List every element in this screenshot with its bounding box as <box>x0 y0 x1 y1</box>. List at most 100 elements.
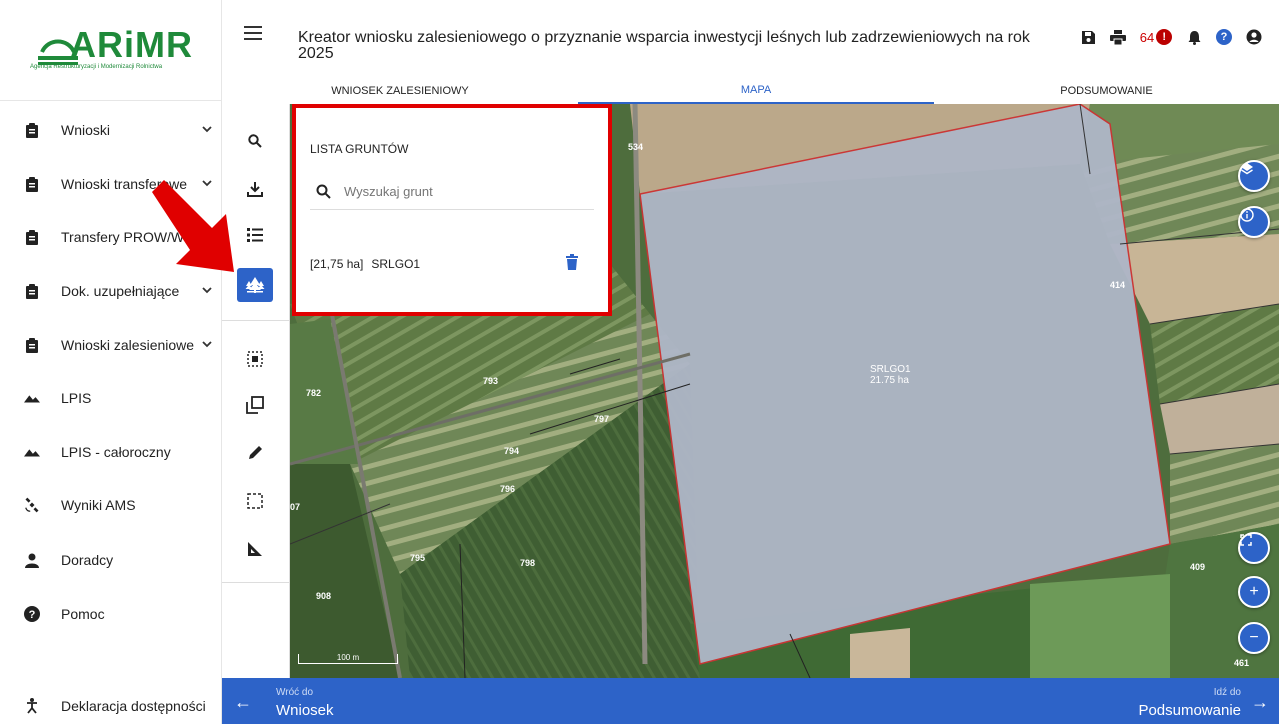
chevron-down-icon[interactable] <box>202 124 212 136</box>
measure-tool[interactable] <box>237 532 273 566</box>
arimr-logo[interactable]: ARiMR Agencja Restrukturyzacji i Moderni… <box>30 24 200 74</box>
sidebar-item-lpis[interactable]: LPIS <box>0 378 222 418</box>
tab-bar: WNIOSEK ZALESIENIOWY MAPA PODSUMOWANIE <box>222 78 1279 104</box>
bell-icon[interactable] <box>1179 27 1209 47</box>
fullscreen-button[interactable] <box>1238 532 1270 564</box>
parcel-area: 21.75 ha <box>870 375 909 386</box>
tab-podsumowanie[interactable]: PODSUMOWANIE <box>934 78 1279 104</box>
menu-toggle-icon[interactable] <box>244 26 262 40</box>
info-button[interactable] <box>1238 206 1270 238</box>
trash-icon <box>566 254 578 270</box>
zoom-out-button[interactable]: − <box>1238 622 1270 654</box>
mountain-icon <box>24 444 40 460</box>
satellite-icon <box>24 497 40 513</box>
selected-parcel-label: SRLGO1 21.75 ha <box>870 364 911 386</box>
rectangle-tool[interactable] <box>237 484 273 518</box>
clipboard-icon <box>24 176 40 192</box>
tool-divider <box>222 582 290 583</box>
page-title: Kreator wniosku zalesieniowego o przyzna… <box>298 29 1030 62</box>
alert-icon: ! <box>1156 29 1173 45</box>
sidebar-item-label: LPIS <box>61 390 92 406</box>
layers-icon <box>1241 163 1253 175</box>
logo-text: ARiMR <box>70 24 193 65</box>
back-caption: Wróć do <box>276 687 314 698</box>
save-icon[interactable] <box>1073 27 1103 47</box>
download-icon <box>247 182 263 197</box>
land-search <box>310 178 594 210</box>
panel-title: LISTA GRUNTÓW <box>310 142 409 156</box>
draw-tool[interactable] <box>237 436 273 470</box>
clipboard-icon <box>24 283 40 299</box>
pencil-icon <box>249 446 262 459</box>
land-list-panel: LISTA GRUNTÓW [21,75 ha] SRLGO1 <box>292 104 612 316</box>
info-icon <box>1240 208 1254 222</box>
sidebar-item-doradcy[interactable]: Doradcy <box>0 540 222 580</box>
selection-icon <box>247 351 263 367</box>
help-icon[interactable]: ? <box>1209 27 1239 47</box>
sidebar-item-wnioski-zalesieniowe[interactable]: Wnioski zalesieniowe <box>0 325 222 365</box>
forward-caption: Idź do <box>1213 687 1241 698</box>
header-toolbar: 64 ! ? <box>1073 27 1269 47</box>
user-icon[interactable] <box>1239 27 1269 47</box>
search-icon <box>248 134 262 148</box>
mountain-icon <box>24 390 40 406</box>
accessibility-icon <box>24 698 40 714</box>
sidebar-item-wyniki-ams[interactable]: Wyniki AMS <box>0 485 222 525</box>
tool-divider <box>222 320 290 321</box>
minus-icon: − <box>1249 629 1259 646</box>
sidebar: ARiMR Agencja Restrukturyzacji i Moderni… <box>0 0 222 724</box>
sidebar-item-wnioski[interactable]: Wnioski <box>0 110 222 150</box>
app-window: ARiMR Agencja Restrukturyzacji i Moderni… <box>0 0 1279 724</box>
zoom-in-button[interactable]: + <box>1238 576 1270 608</box>
fullscreen-icon <box>1240 534 1252 546</box>
sidebar-item-label: LPIS - całoroczny <box>61 444 171 460</box>
accessibility-label: Deklaracja dostępności <box>61 698 206 714</box>
layers-button[interactable] <box>1238 160 1270 192</box>
list-icon <box>247 228 263 242</box>
logo-tagline: Agencja Restrukturyzacji i Modernizacji … <box>30 64 163 70</box>
arrow-right-icon[interactable]: → <box>1251 692 1269 713</box>
search-tool[interactable] <box>237 124 273 158</box>
clipboard-icon <box>24 337 40 353</box>
plus-icon: + <box>1249 583 1259 600</box>
delete-land-button[interactable] <box>566 254 578 275</box>
chevron-down-icon[interactable] <box>202 285 212 297</box>
sidebar-item-pomoc[interactable]: ? Pomoc <box>0 594 222 634</box>
sidebar-item-lpis-całoroczny[interactable]: LPIS - całoroczny <box>0 432 222 472</box>
error-count: 64 <box>1139 29 1155 45</box>
tab-wniosek-zalesieniowy[interactable]: WNIOSEK ZALESIENIOWY <box>222 78 578 104</box>
land-name: SRLGO1 <box>371 257 421 271</box>
sidebar-item-label: Dok. uzupełniające <box>61 283 180 299</box>
select-area-tool[interactable] <box>237 342 273 376</box>
help-circle-icon: ? <box>24 606 40 622</box>
land-area: [21,75 ha] <box>310 257 364 271</box>
land-list-item[interactable]: [21,75 ha] SRLGO1 <box>310 252 594 276</box>
sidebar-item-label: Wnioski <box>61 122 111 138</box>
back-button[interactable]: Wniosek <box>276 702 334 719</box>
clipboard-icon <box>24 122 40 138</box>
annotation-arrow-icon <box>152 180 234 272</box>
bottom-navigation: ← Wróć do Wniosek Idź do Podsumowanie → <box>222 678 1279 724</box>
errors-indicator[interactable]: 64 ! <box>1133 27 1179 47</box>
clipboard-icon <box>24 229 40 245</box>
copy-tool[interactable] <box>237 388 273 422</box>
search-icon <box>316 184 331 199</box>
sidebar-item-label: Wnioski zalesieniowe <box>61 337 195 353</box>
arrow-left-icon[interactable]: ← <box>234 692 252 713</box>
chevron-down-icon[interactable] <box>202 339 212 351</box>
person-icon <box>24 552 40 568</box>
copy-icon <box>246 396 264 414</box>
sidebar-item-label: Doradcy <box>61 552 114 568</box>
sidebar-item-label: Wyniki AMS <box>61 497 136 513</box>
map-scale-bar: 100 m <box>298 654 398 664</box>
tab-mapa[interactable]: MAPA <box>578 78 934 104</box>
land-search-input[interactable] <box>344 184 584 199</box>
forward-button[interactable]: Podsumowanie <box>1138 702 1241 719</box>
trees-icon <box>245 277 265 293</box>
print-icon[interactable] <box>1103 27 1133 47</box>
svg-text:?: ? <box>29 609 36 621</box>
parcel-name: SRLGO1 <box>870 364 911 375</box>
rectangle-select-icon <box>247 493 263 509</box>
accessibility-declaration-link[interactable]: Deklaracja dostępności <box>0 688 222 724</box>
divider <box>0 100 222 101</box>
